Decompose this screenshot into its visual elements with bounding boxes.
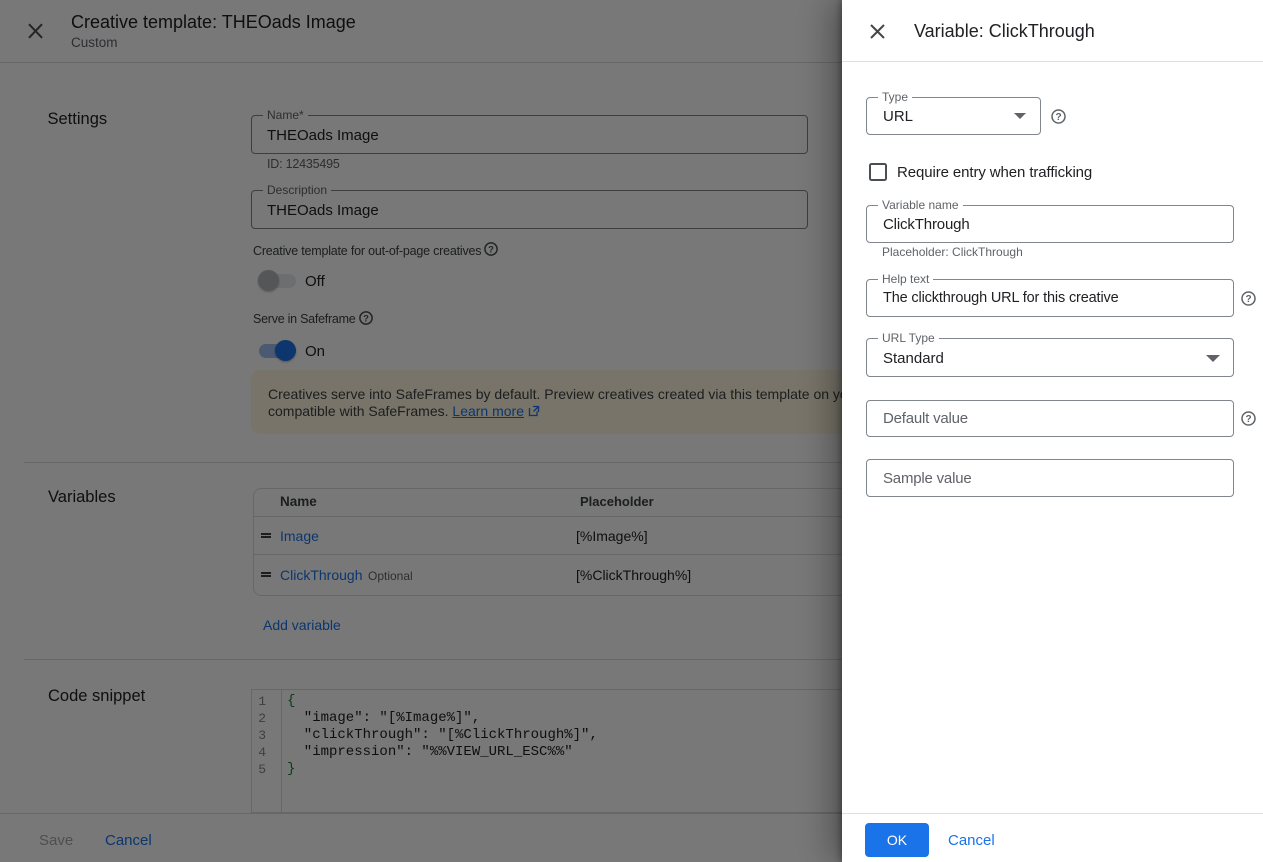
svg-text:?: ? — [1245, 414, 1251, 425]
svg-text:?: ? — [1055, 112, 1061, 123]
svg-text:?: ? — [1245, 294, 1251, 305]
